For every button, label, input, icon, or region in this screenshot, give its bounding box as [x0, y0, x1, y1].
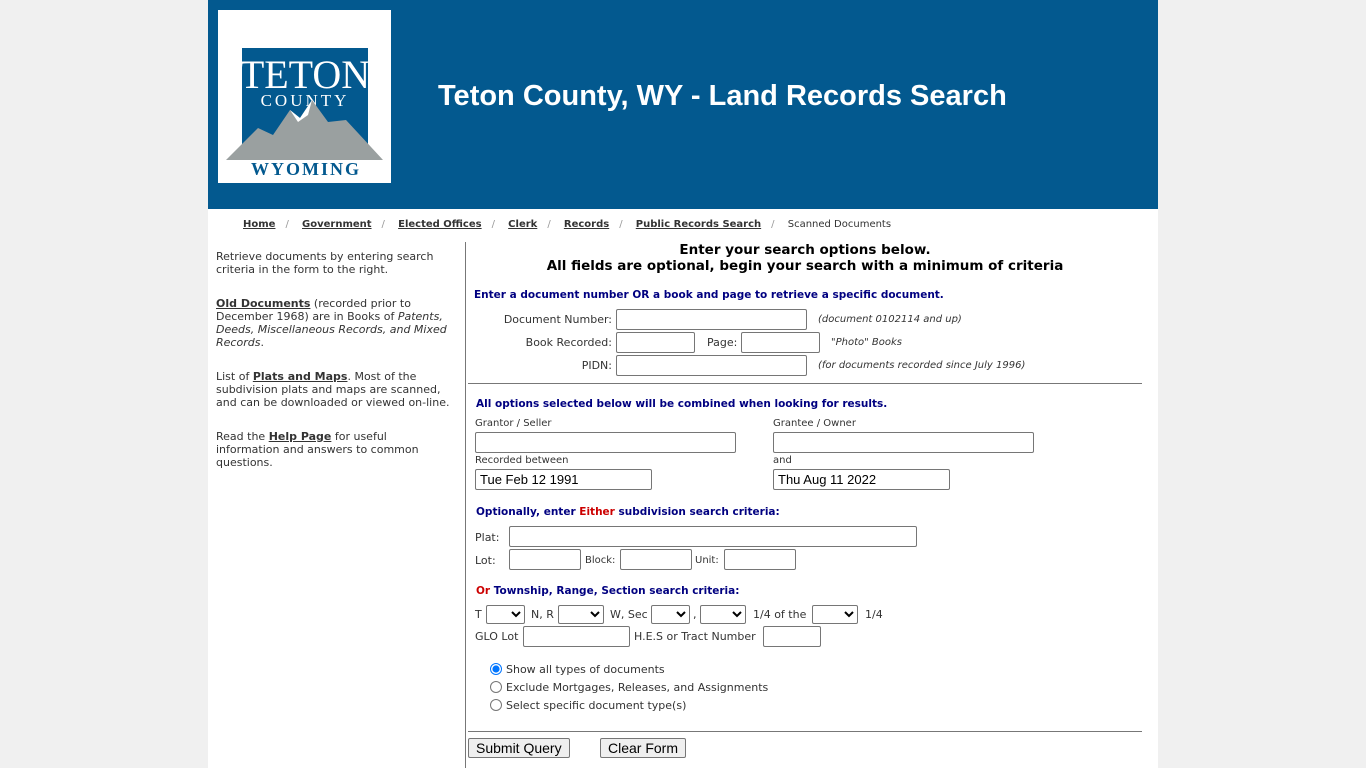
quarter-of-label: 1/4 of the [753, 608, 807, 621]
grantor-input[interactable] [475, 432, 736, 453]
radio-input[interactable] [490, 681, 502, 693]
heading-line-1: Enter your search options below. [679, 242, 931, 258]
pidn-input[interactable] [616, 355, 807, 376]
breadcrumb: Home / Government / Elected Offices / Clerk… [243, 219, 892, 230]
hes-input[interactable] [763, 626, 821, 647]
svg-text:COUNTY: COUNTY [261, 91, 350, 110]
combined-label: All options selected below will be combi… [476, 398, 888, 410]
nr-label: N, R [531, 608, 554, 621]
subdivision-label: Optionally, enter Either subdivision sea… [476, 506, 780, 518]
sidebar-plats: List of Plats and Maps. Most of the subd… [216, 370, 451, 409]
township-select[interactable] [486, 605, 525, 624]
unit-input[interactable] [724, 549, 796, 570]
radio-input[interactable] [490, 699, 502, 711]
hes-label: H.E.S or Tract Number [634, 630, 756, 643]
text: Either [579, 506, 615, 518]
lot-input[interactable] [509, 549, 581, 570]
page-title: Teton County, WY - Land Records Search [438, 80, 1007, 112]
range-select[interactable] [558, 605, 604, 624]
radio-select-specific[interactable]: Select specific document type(s) [490, 699, 686, 712]
recorded-between-label: Recorded between [475, 455, 569, 466]
text: Optionally, enter [476, 506, 580, 518]
breadcrumb-home[interactable]: Home [243, 219, 275, 230]
text: Township, Range, Section search criteria… [490, 585, 740, 597]
quarter-label: 1/4 [865, 608, 883, 621]
date-to-input[interactable] [773, 469, 950, 490]
quarter-quarter-select[interactable] [812, 605, 858, 624]
svg-text:WYOMING: WYOMING [251, 159, 361, 179]
heading-line-2: All fields are optional, begin your sear… [546, 258, 1064, 274]
divider [468, 383, 1142, 384]
breadcrumb-clerk[interactable]: Clerk [508, 219, 537, 230]
divider [468, 731, 1142, 732]
date-from-input[interactable] [475, 469, 652, 490]
text: subdivision search criteria: [614, 506, 780, 518]
text: Or [476, 585, 491, 597]
book-label: Book Recorded: [525, 336, 612, 349]
radio-exclude-mortgages[interactable]: Exclude Mortgages, Releases, and Assignm… [490, 681, 768, 694]
sidebar-intro: Retrieve documents by entering search cr… [216, 250, 434, 276]
text: Read the [216, 430, 269, 443]
breadcrumb-current: Scanned Documents [787, 219, 892, 230]
divider [465, 242, 466, 768]
block-label: Block: [585, 555, 616, 566]
and-label: and [773, 455, 792, 466]
sidebar: Retrieve documents by entering search cr… [216, 250, 451, 490]
submit-query-button[interactable]: Submit Query [468, 738, 570, 758]
header: TETON COUNTY WYOMING Teton County, WY - … [208, 0, 1158, 209]
help-page-link[interactable]: Help Page [269, 430, 332, 443]
radio-label: Exclude Mortgages, Releases, and Assignm… [506, 681, 769, 694]
doc-number-input[interactable] [616, 309, 807, 330]
grantor-label: Grantor / Seller [475, 418, 552, 429]
sidebar-help: Read the Help Page for useful informatio… [216, 430, 451, 469]
comma: , [693, 608, 697, 621]
glo-lot-input[interactable] [523, 626, 630, 647]
quarter-select[interactable] [700, 605, 746, 624]
section-select[interactable] [651, 605, 690, 624]
sidebar-old-documents: Old Documents (recorded prior to Decembe… [216, 297, 447, 349]
plat-input[interactable] [509, 526, 917, 547]
unit-label: Unit: [695, 555, 719, 566]
t-label: T [475, 608, 482, 621]
wsec-label: W, Sec [610, 608, 648, 621]
breadcrumb-public-records-search[interactable]: Public Records Search [636, 219, 761, 230]
page-label: Page: [707, 336, 738, 349]
page-input[interactable] [741, 332, 820, 353]
specific-doc-label: Enter a document number OR a book and pa… [474, 289, 944, 301]
glo-lot-label: GLO Lot [475, 630, 519, 643]
radio-input[interactable] [490, 663, 502, 675]
book-input[interactable] [616, 332, 695, 353]
book-note: "Photo" Books [831, 337, 903, 348]
doc-number-note: (document 0102114 and up) [818, 314, 962, 325]
old-documents-link[interactable]: Old Documents [216, 297, 310, 310]
pidn-label: PIDN: [581, 359, 612, 372]
grantee-label: Grantee / Owner [773, 418, 856, 429]
pidn-note: (for documents recorded since July 1996) [818, 360, 1026, 371]
plats-and-maps-link[interactable]: Plats and Maps [253, 370, 348, 383]
text: List of [216, 370, 253, 383]
clear-form-button[interactable]: Clear Form [600, 738, 687, 758]
lot-label: Lot: [475, 554, 496, 567]
grantee-input[interactable] [773, 432, 1034, 453]
doc-number-label: Document Number: [503, 313, 612, 326]
teton-county-logo[interactable]: TETON COUNTY WYOMING [218, 10, 391, 183]
block-input[interactable] [620, 549, 692, 570]
page: TETON COUNTY WYOMING Teton County, WY - … [208, 0, 1158, 768]
radio-label: Show all types of documents [506, 663, 665, 676]
breadcrumb-elected-offices[interactable]: Elected Offices [398, 219, 482, 230]
breadcrumb-records[interactable]: Records [564, 219, 609, 230]
radio-show-all[interactable]: Show all types of documents [490, 663, 665, 676]
form-heading: Enter your search options below. All fie… [468, 242, 1142, 274]
breadcrumb-government[interactable]: Government [302, 219, 372, 230]
plat-label: Plat: [475, 531, 500, 544]
radio-label: Select specific document type(s) [506, 699, 687, 712]
trs-label: Or Township, Range, Section search crite… [476, 585, 739, 597]
